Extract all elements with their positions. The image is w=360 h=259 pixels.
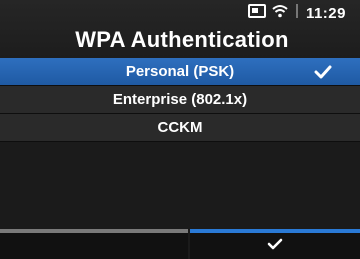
option-label: Enterprise (802.1x) <box>112 91 248 108</box>
option-personal-psk[interactable]: Personal (PSK) <box>0 58 360 86</box>
back-button[interactable] <box>0 229 188 259</box>
check-icon <box>267 237 283 255</box>
header: 11:29 WPA Authentication <box>0 0 360 58</box>
signal-icon <box>294 3 300 24</box>
screen: 11:29 WPA Authentication Personal (PSK) … <box>0 0 360 259</box>
wifi-icon <box>272 4 288 23</box>
option-enterprise[interactable]: Enterprise (802.1x) <box>0 86 360 114</box>
status-bar: 11:29 <box>247 3 346 24</box>
confirm-button[interactable] <box>190 229 360 259</box>
status-time: 11:29 <box>305 4 346 22</box>
page-title: WPA Authentication <box>75 27 289 52</box>
check-icon <box>314 58 332 86</box>
option-cckm[interactable]: CCKM <box>0 114 360 142</box>
footer <box>0 229 360 259</box>
option-label: CCKM <box>157 119 203 136</box>
list-empty-area <box>0 142 360 228</box>
sd-card-icon <box>247 3 266 23</box>
option-label: Personal (PSK) <box>125 63 235 80</box>
option-list: Personal (PSK) Enterprise (802.1x) CCKM <box>0 58 360 142</box>
